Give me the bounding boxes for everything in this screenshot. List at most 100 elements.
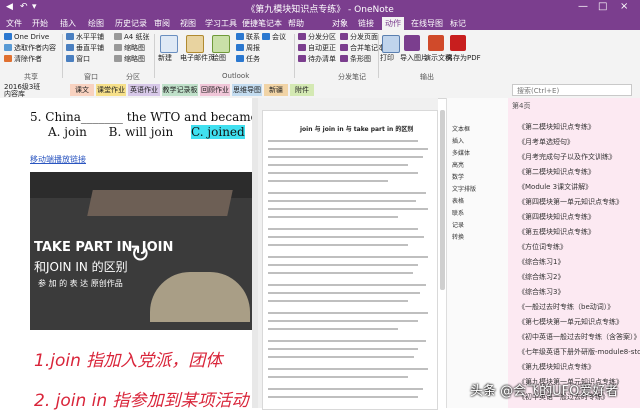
page-item[interactable]: 《第九模块知识点专练》 — [518, 362, 595, 372]
pdf-button[interactable]: 另存为PDF — [446, 54, 481, 63]
thumb-icon — [114, 55, 122, 62]
search-input[interactable]: 搜索(Ctrl+E) — [512, 84, 632, 96]
photo-icon — [404, 35, 420, 51]
page-item[interactable]: 《第四模块第一单元知识点专练》 — [518, 197, 623, 207]
mobile-link[interactable]: 移动端播放链接 — [30, 154, 86, 165]
page-item[interactable]: 《第四模块知识点专练》 — [518, 212, 595, 222]
tab-file[interactable]: 文件 — [4, 17, 24, 30]
tab-view[interactable]: 视图 — [178, 17, 198, 30]
tab-history[interactable]: 历史记录 — [114, 17, 148, 30]
meeting-button[interactable]: 会议 — [262, 33, 286, 42]
toolbar-item[interactable]: 转换 — [452, 232, 476, 244]
toolbar-item[interactable]: 记录 — [452, 220, 476, 232]
bar-icon — [340, 55, 348, 62]
tab-draw[interactable]: 绘图 — [86, 17, 106, 30]
page-item[interactable]: 《七年级英语下册外研版-module8-story-6》 — [518, 347, 640, 357]
group-share: 共享 — [24, 73, 38, 81]
clean-button[interactable]: 清除作者 — [4, 55, 42, 64]
question-options: A. join B. will join C. joined D. — [48, 125, 276, 139]
toolbar-item[interactable]: 数学 — [452, 172, 476, 184]
option-c: C. joined — [191, 125, 245, 139]
page-item[interactable]: 《第七模块第一单元知识点专练》 — [518, 317, 623, 327]
new-button[interactable]: 新建 — [158, 54, 172, 63]
section-tab[interactable]: 课文 — [70, 84, 94, 96]
section-tab[interactable]: 教学记录板 — [162, 84, 198, 96]
tab-help[interactable]: 帮助 — [286, 17, 306, 30]
video-thumbnail[interactable]: TAKE PART IN, JOIN 和JOIN IN 的区别 参 加 的 表 … — [30, 172, 255, 330]
wait-button[interactable]: 待办清单 — [298, 55, 336, 64]
toolbar-item[interactable]: 文字排版 — [452, 184, 476, 196]
meeting-icon — [262, 33, 270, 40]
handwriting-line-2: 2. join in 指参加到某项活动 — [34, 391, 249, 411]
tab-mark[interactable]: 标记 — [448, 17, 468, 30]
draw-icon — [212, 35, 230, 53]
split-button[interactable]: 分发分区 — [298, 33, 336, 42]
task-button[interactable]: 任务 — [236, 55, 260, 64]
tab-object[interactable]: 对象 — [330, 17, 350, 30]
tab-learning[interactable]: 学习工具 — [204, 17, 238, 30]
author-icon — [4, 44, 12, 51]
tab-mindmap[interactable]: 在线导图 — [410, 17, 444, 30]
thumb2-button[interactable]: 缩略图 — [114, 55, 145, 64]
doc-toolbar-list: 文本框 插入 多媒体 高亮 数学 文字排版 表格 联系 记录 转换 — [452, 124, 476, 244]
page-item[interactable]: 《初中英语一般过去时专练（含答案）》 — [518, 332, 640, 342]
page-item[interactable]: 《第二模块知识点专练》 — [518, 122, 595, 132]
tab-notebook[interactable]: 便捷笔记本 — [242, 17, 282, 30]
tile-icon — [66, 44, 74, 51]
group-window: 窗口 — [84, 73, 98, 81]
section-tab[interactable]: 课堂作业 — [96, 84, 126, 96]
page-item[interactable]: 《月考单选短句》 — [518, 137, 574, 147]
bar-button[interactable]: 条形图 — [340, 55, 371, 64]
section-tab[interactable]: 回顾作业 — [200, 84, 230, 96]
video-title: TAKE PART IN, JOIN — [34, 240, 174, 255]
tab-home[interactable]: 开始 — [30, 17, 50, 30]
draw-button[interactable]: 绘图 — [212, 54, 226, 63]
page-item[interactable]: 《第五模块知识点专练》 — [518, 227, 595, 237]
a4-button[interactable]: A4 纸张 — [114, 33, 149, 42]
section-tab[interactable]: 英语作业 — [128, 84, 160, 96]
section-tab[interactable]: 新疆 — [264, 84, 288, 96]
tab-insert[interactable]: 插入 — [58, 17, 78, 30]
page-item[interactable]: 《综合练习1》 — [518, 257, 564, 267]
group-partition: 分区 — [126, 73, 140, 81]
toolbar-item[interactable]: 文本框 — [452, 124, 476, 136]
window-button[interactable]: 窗口 — [66, 55, 90, 64]
tile-h-button[interactable]: 水平平铺 — [66, 33, 104, 42]
minimize-button[interactable]: — — [578, 1, 588, 12]
onedrive-button[interactable]: One Drive — [4, 33, 49, 42]
auto-button[interactable]: 自动更正 — [298, 44, 336, 53]
tab-action[interactable]: 动作 — [382, 17, 404, 30]
ppt-icon — [428, 35, 444, 51]
toolbar-item[interactable]: 表格 — [452, 196, 476, 208]
page-item[interactable]: 《方位词专练》 — [518, 242, 567, 252]
weekly-button[interactable]: 周报 — [236, 44, 260, 53]
print-button[interactable]: 打印 — [380, 54, 394, 63]
toolbar-item[interactable]: 高亮 — [452, 160, 476, 172]
page-item[interactable]: 《一般过去时专练（be动词）》 — [518, 302, 614, 312]
distrib-button[interactable]: 分发页面 — [340, 33, 378, 42]
page-item[interactable]: 《Module 3课文讲解》 — [518, 182, 592, 192]
toolbar-item[interactable]: 插入 — [452, 136, 476, 148]
page-item[interactable]: 《月考完成句子以及作文训练》 — [518, 152, 616, 162]
page-item[interactable]: 《综合练习2》 — [518, 272, 564, 282]
tab-review[interactable]: 审阅 — [152, 17, 172, 30]
tile-v-button[interactable]: 垂直平铺 — [66, 44, 104, 53]
scrollbar[interactable] — [440, 110, 445, 290]
option-a: A. join — [48, 125, 87, 139]
close-button[interactable]: × — [620, 1, 628, 12]
toolbar-item[interactable]: 多媒体 — [452, 148, 476, 160]
section-tab[interactable]: 附件 — [290, 84, 314, 96]
browser-button[interactable]: 选取作者内容 — [4, 44, 56, 53]
group-outlook: Outlook — [222, 72, 250, 80]
emailpage-button[interactable]: 电子邮件页 — [180, 54, 215, 63]
pdf-icon — [450, 35, 466, 51]
replay-icon[interactable]: ↻ — [130, 240, 150, 268]
page-item[interactable]: 《综合练习3》 — [518, 287, 564, 297]
tab-link[interactable]: 链接 — [356, 17, 376, 30]
section-tab[interactable]: 思维导图 — [232, 84, 262, 96]
contact-button[interactable]: 联系 — [236, 33, 260, 42]
maximize-button[interactable]: □ — [598, 1, 607, 12]
thumb-button[interactable]: 缩略图 — [114, 44, 145, 53]
toolbar-item[interactable]: 联系 — [452, 208, 476, 220]
page-item[interactable]: 《第二模块知识点专练》 — [518, 167, 595, 177]
